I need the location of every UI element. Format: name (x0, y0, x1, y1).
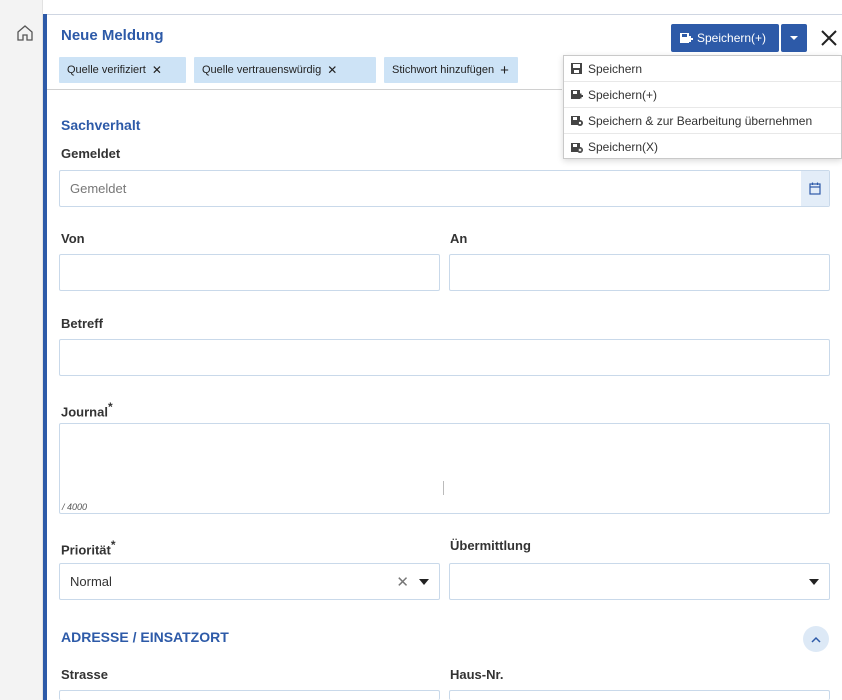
prioritaet-value: Normal (70, 574, 112, 589)
save-edit-icon (571, 116, 583, 126)
label-journal-text: Journal (61, 404, 108, 420)
label-hausnr: Haus-Nr. (450, 667, 504, 682)
save-menu-item-label: Speichern (588, 61, 643, 76)
required-marker: * (107, 400, 113, 414)
save-menu-item-speichern-x[interactable]: Speichern(X) (564, 134, 841, 160)
header-divider (43, 14, 842, 15)
label-strasse: Strasse (61, 667, 108, 682)
label-uebermittlung: Übermittlung (450, 538, 531, 553)
chip-label: Stichwort hinzufügen (392, 64, 495, 76)
collapse-section-button[interactable] (803, 626, 829, 652)
section-title-sachverhalt: Sachverhalt (61, 117, 141, 133)
label-prioritaet-text: Priorität (61, 542, 111, 558)
chip-remove-icon[interactable]: ✕ (152, 63, 162, 77)
calendar-icon (809, 182, 821, 195)
section-title-adresse: ADRESSE / EINSATZORT (61, 629, 229, 645)
home-button[interactable] (14, 22, 36, 44)
chevron-up-icon (811, 636, 821, 643)
plus-icon: + (500, 61, 509, 79)
save-plus-icon (680, 33, 693, 43)
journal-char-counter: / 4000 (62, 502, 88, 512)
save-menu-toggle[interactable] (781, 24, 807, 52)
hausnr-input[interactable] (449, 690, 830, 700)
dropdown-arrow-icon (809, 578, 819, 585)
save-menu-item-label: Speichern & zur Bearbeitung übernehmen (588, 113, 813, 128)
dropdown-arrow-icon (419, 578, 429, 585)
label-von: Von (61, 231, 85, 246)
save-close-icon (571, 142, 583, 153)
left-rail (0, 0, 43, 700)
save-plus-label: Speichern(+) (697, 31, 767, 45)
save-plus-button[interactable]: Speichern(+) (671, 24, 779, 52)
save-menu-item-speichern[interactable]: Speichern (564, 56, 841, 82)
close-button[interactable] (817, 26, 841, 50)
chip-quelle-vertrauenswuerdig: Quelle vertrauenswürdig ✕ (194, 57, 376, 83)
betreff-input[interactable] (59, 339, 830, 376)
clear-icon[interactable]: ✕ (396, 573, 409, 591)
save-menu: Speichern Speichern(+) Speichern & zur B… (563, 55, 842, 159)
label-gemeldet: Gemeldet (61, 146, 121, 161)
journal-textarea[interactable] (59, 423, 830, 514)
strasse-input[interactable] (59, 690, 440, 700)
label-an: An (450, 231, 468, 246)
chip-label: Quelle vertrauenswürdig (202, 64, 322, 76)
home-icon (17, 25, 33, 41)
an-input[interactable] (449, 254, 830, 291)
prioritaet-select[interactable]: Normal ✕ (59, 563, 440, 600)
chip-quelle-verifiziert: Quelle verifiziert ✕ (59, 57, 186, 83)
calendar-button[interactable] (801, 171, 829, 206)
von-input[interactable] (59, 254, 440, 291)
chip-remove-icon[interactable]: ✕ (327, 63, 337, 77)
uebermittlung-select[interactable] (449, 563, 830, 600)
chevron-down-icon (790, 36, 798, 40)
save-menu-item-label: Speichern(X) (588, 140, 659, 154)
chip-label: Quelle verifiziert (67, 64, 146, 76)
text-cursor (443, 481, 444, 495)
chips-divider (47, 89, 562, 90)
label-prioritaet: Priorität* (61, 538, 116, 557)
label-betreff: Betreff (61, 316, 103, 331)
label-journal: Journal* (61, 400, 113, 419)
accent-bar (43, 14, 47, 700)
save-icon (571, 63, 582, 74)
required-marker: * (110, 538, 116, 552)
gemeldet-input[interactable] (59, 170, 830, 207)
save-menu-item-label: Speichern(+) (588, 87, 658, 102)
page-title: Neue Meldung (61, 27, 164, 44)
chip-add-keyword[interactable]: Stichwort hinzufügen + (384, 57, 518, 83)
save-menu-item-speichern-plus[interactable]: Speichern(+) (564, 82, 841, 108)
save-plus-icon (571, 90, 583, 99)
save-menu-item-speichern-bearbeitung[interactable]: Speichern & zur Bearbeitung übernehmen (564, 108, 841, 134)
close-icon (821, 30, 837, 46)
